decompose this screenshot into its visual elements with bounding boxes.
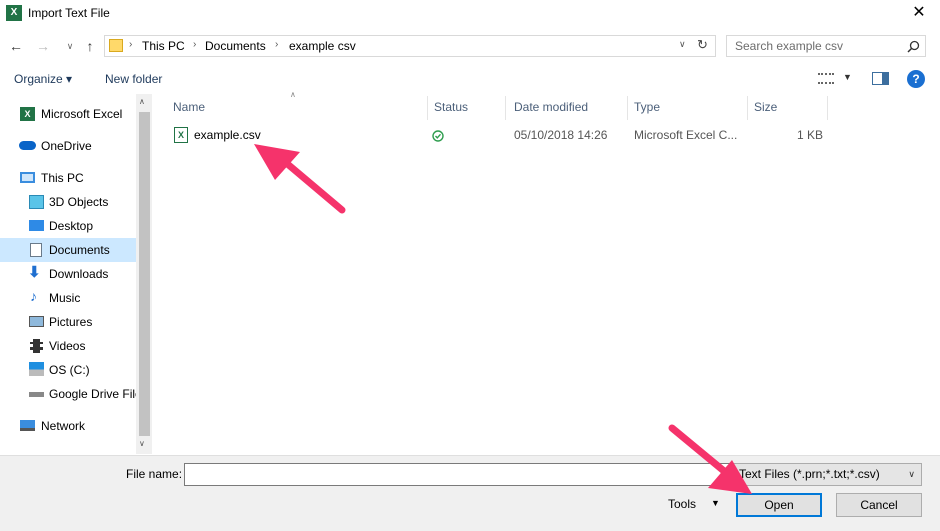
- network-icon: [20, 420, 35, 431]
- scroll-down-chevron-icon[interactable]: ∨: [139, 439, 145, 448]
- onedrive-icon: [19, 141, 36, 150]
- sidebar-item-microsoft-excel[interactable]: X Microsoft Excel: [0, 102, 136, 126]
- sidebar-item-3d-objects[interactable]: 3D Objects: [0, 190, 136, 214]
- column-header-name[interactable]: Name: [173, 94, 205, 120]
- downloads-icon: ⬇: [28, 264, 41, 281]
- column-divider[interactable]: [627, 96, 628, 120]
- file-date-modified: 05/10/2018 14:26: [514, 128, 608, 142]
- column-divider[interactable]: [427, 96, 428, 120]
- breadcrumb-this-pc[interactable]: This PC: [142, 39, 185, 53]
- table-row[interactable]: X example.csv 05/10/2018 14:26 Microsoft…: [152, 124, 828, 146]
- refresh-icon[interactable]: ↻: [697, 37, 708, 53]
- sidebar-item-label: OneDrive: [41, 139, 92, 153]
- organize-button[interactable]: Organize ▾: [14, 72, 72, 86]
- view-dropdown-chevron-icon[interactable]: ▼: [843, 72, 852, 82]
- column-divider[interactable]: [505, 96, 506, 120]
- sidebar-item-label: OS (C:): [49, 363, 90, 377]
- sidebar-item-label: Downloads: [49, 267, 109, 281]
- sync-status-check-icon: [432, 130, 444, 142]
- sidebar-item-label: 3D Objects: [49, 195, 109, 209]
- column-divider[interactable]: [747, 96, 748, 120]
- excel-app-icon: X: [6, 5, 22, 21]
- file-type-filter-value: Text Files (*.prn;*.txt;*.csv): [739, 467, 880, 481]
- column-header-date-modified[interactable]: Date modified: [514, 94, 588, 120]
- search-input[interactable]: Search example csv: [735, 39, 843, 53]
- column-divider[interactable]: [827, 96, 828, 120]
- recent-locations-chevron-icon[interactable]: ∨: [60, 36, 80, 56]
- sidebar-item-label: Music: [49, 291, 81, 305]
- file-name: example.csv: [194, 128, 261, 142]
- column-header-status[interactable]: Status: [434, 94, 468, 120]
- file-type-filter-select[interactable]: Text Files (*.prn;*.txt;*.csv) ∨: [733, 463, 922, 486]
- window-title: Import Text File: [28, 6, 110, 20]
- sidebar-item-pictures[interactable]: Pictures: [0, 310, 136, 334]
- sidebar-item-label: This PC: [41, 171, 84, 185]
- tools-button[interactable]: Tools ▼: [668, 497, 720, 511]
- breadcrumb-separator-icon: ›: [275, 39, 279, 50]
- sidebar-item-label: Desktop: [49, 219, 94, 233]
- sidebar-scrollbar-thumb[interactable]: [139, 112, 150, 436]
- address-bar[interactable]: › This PC › Documents › example csv ∨ ↻: [104, 35, 716, 57]
- sidebar-item-this-pc[interactable]: This PC: [0, 166, 136, 190]
- 3d-objects-icon: [29, 195, 44, 209]
- csv-file-icon: X: [174, 127, 188, 143]
- drive-icon: [29, 362, 44, 376]
- sidebar-item-label: Network: [41, 419, 86, 433]
- breadcrumb-example-csv[interactable]: example csv: [289, 39, 356, 53]
- music-icon: ♪: [30, 288, 37, 304]
- sort-ascending-icon: ∧: [290, 90, 296, 99]
- forward-arrow-icon[interactable]: →: [33, 36, 53, 56]
- sidebar-item-downloads[interactable]: ⬇ Downloads: [0, 262, 136, 286]
- sidebar-item-label: Microsoft Excel: [41, 107, 123, 121]
- file-name-label: File name:: [126, 467, 183, 481]
- pictures-icon: [29, 316, 44, 327]
- help-icon[interactable]: ?: [907, 70, 925, 88]
- sidebar-item-network[interactable]: Network: [0, 414, 136, 438]
- navigation-pane: X Microsoft Excel OneDrive This PC 3D Ob…: [0, 94, 152, 454]
- address-dropdown-chevron-icon[interactable]: ∨: [679, 39, 686, 50]
- sidebar-item-os-c[interactable]: OS (C:): [0, 358, 136, 382]
- back-arrow-icon[interactable]: ←: [6, 36, 26, 56]
- sidebar-item-onedrive[interactable]: OneDrive: [0, 134, 136, 158]
- tools-label: Tools: [668, 497, 697, 511]
- breadcrumb-separator-icon: ›: [193, 39, 197, 50]
- sidebar-item-label: Pictures: [49, 315, 93, 329]
- search-box[interactable]: Search example csv: [726, 35, 926, 57]
- videos-icon: [30, 339, 43, 353]
- folder-icon: [109, 39, 123, 52]
- scroll-up-chevron-icon[interactable]: ∧: [139, 97, 145, 106]
- drive-icon: [29, 392, 44, 397]
- pc-icon: [20, 172, 35, 183]
- sidebar-item-documents[interactable]: Documents: [0, 238, 136, 262]
- file-size: 1 KB: [797, 128, 824, 142]
- sidebar-item-label: Documents: [49, 243, 110, 257]
- new-folder-button[interactable]: New folder: [105, 72, 162, 86]
- sidebar-item-google-drive[interactable]: Google Drive File: [0, 382, 142, 406]
- up-arrow-icon[interactable]: ↑: [80, 36, 100, 56]
- file-list: ∧ Name Status Date modified Type Size X …: [152, 90, 940, 454]
- sidebar-item-desktop[interactable]: Desktop: [0, 214, 136, 238]
- cancel-button[interactable]: Cancel: [836, 493, 922, 517]
- tools-dropdown-chevron-icon: ▼: [711, 498, 720, 508]
- breadcrumb-separator-icon: ›: [129, 39, 133, 50]
- column-header-size[interactable]: Size: [754, 94, 777, 120]
- file-name-input[interactable]: [184, 463, 732, 486]
- sidebar-item-label: Videos: [49, 339, 86, 353]
- documents-icon: [30, 243, 42, 257]
- file-type: Microsoft Excel C...: [634, 128, 738, 142]
- close-button[interactable]: ✕: [906, 3, 932, 25]
- open-button[interactable]: Open: [736, 493, 822, 517]
- sidebar-item-videos[interactable]: Videos: [0, 334, 136, 358]
- sidebar-item-music[interactable]: ♪ Music: [0, 286, 136, 310]
- column-header-type[interactable]: Type: [634, 94, 660, 120]
- import-text-file-dialog: X Import Text File ✕ ← → ∨ ↑ › This PC ›…: [0, 0, 940, 531]
- desktop-icon: [29, 220, 44, 231]
- breadcrumb-documents[interactable]: Documents: [205, 39, 266, 53]
- sidebar-item-label: Google Drive File: [49, 387, 142, 401]
- excel-icon: X: [20, 107, 35, 121]
- preview-pane-icon[interactable]: [872, 72, 889, 85]
- view-options-icon[interactable]: [818, 73, 834, 84]
- chevron-down-icon: ∨: [908, 469, 915, 479]
- search-icon: [907, 40, 920, 53]
